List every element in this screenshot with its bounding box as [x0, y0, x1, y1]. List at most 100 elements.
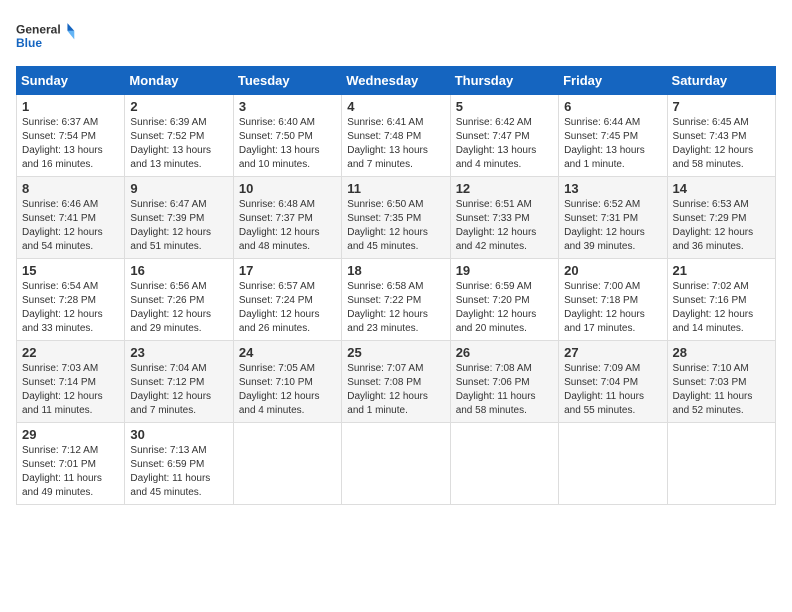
logo: General Blue [16, 16, 76, 56]
day-content: Sunrise: 6:42 AM Sunset: 7:47 PM Dayligh… [456, 116, 553, 172]
day-content: Sunrise: 6:39 AM Sunset: 7:52 PM Dayligh… [130, 116, 227, 172]
day-header-thursday: Thursday [450, 67, 558, 95]
day-header-wednesday: Wednesday [342, 67, 450, 95]
calendar-cell: 9 Sunrise: 6:47 AM Sunset: 7:39 PM Dayli… [125, 177, 233, 259]
calendar-cell: 15 Sunrise: 6:54 AM Sunset: 7:28 PM Dayl… [17, 259, 125, 341]
day-number: 19 [456, 263, 553, 278]
calendar-cell [559, 423, 667, 505]
day-number: 8 [22, 181, 119, 196]
calendar-cell [233, 423, 341, 505]
day-number: 13 [564, 181, 661, 196]
calendar-cell [667, 423, 775, 505]
day-content: Sunrise: 6:46 AM Sunset: 7:41 PM Dayligh… [22, 198, 119, 254]
logo-svg: General Blue [16, 16, 76, 56]
day-number: 11 [347, 181, 444, 196]
calendar-cell: 28 Sunrise: 7:10 AM Sunset: 7:03 PM Dayl… [667, 341, 775, 423]
calendar-cell: 19 Sunrise: 6:59 AM Sunset: 7:20 PM Dayl… [450, 259, 558, 341]
day-header-monday: Monday [125, 67, 233, 95]
calendar-cell: 1 Sunrise: 6:37 AM Sunset: 7:54 PM Dayli… [17, 95, 125, 177]
day-number: 5 [456, 99, 553, 114]
calendar-cell: 11 Sunrise: 6:50 AM Sunset: 7:35 PM Dayl… [342, 177, 450, 259]
svg-text:General: General [16, 22, 61, 36]
calendar-cell: 4 Sunrise: 6:41 AM Sunset: 7:48 PM Dayli… [342, 95, 450, 177]
day-number: 6 [564, 99, 661, 114]
day-number: 22 [22, 345, 119, 360]
day-number: 16 [130, 263, 227, 278]
calendar-cell: 3 Sunrise: 6:40 AM Sunset: 7:50 PM Dayli… [233, 95, 341, 177]
calendar-cell: 24 Sunrise: 7:05 AM Sunset: 7:10 PM Dayl… [233, 341, 341, 423]
day-header-friday: Friday [559, 67, 667, 95]
day-number: 15 [22, 263, 119, 278]
day-content: Sunrise: 6:44 AM Sunset: 7:45 PM Dayligh… [564, 116, 661, 172]
day-header-saturday: Saturday [667, 67, 775, 95]
calendar-cell: 18 Sunrise: 6:58 AM Sunset: 7:22 PM Dayl… [342, 259, 450, 341]
day-content: Sunrise: 6:45 AM Sunset: 7:43 PM Dayligh… [673, 116, 770, 172]
calendar-cell: 17 Sunrise: 6:57 AM Sunset: 7:24 PM Dayl… [233, 259, 341, 341]
calendar-cell: 2 Sunrise: 6:39 AM Sunset: 7:52 PM Dayli… [125, 95, 233, 177]
calendar-cell: 8 Sunrise: 6:46 AM Sunset: 7:41 PM Dayli… [17, 177, 125, 259]
calendar-cell: 20 Sunrise: 7:00 AM Sunset: 7:18 PM Dayl… [559, 259, 667, 341]
day-content: Sunrise: 7:13 AM Sunset: 6:59 PM Dayligh… [130, 444, 227, 500]
header: General Blue [16, 16, 776, 56]
calendar-cell: 6 Sunrise: 6:44 AM Sunset: 7:45 PM Dayli… [559, 95, 667, 177]
day-number: 1 [22, 99, 119, 114]
day-header-tuesday: Tuesday [233, 67, 341, 95]
calendar-cell [342, 423, 450, 505]
day-number: 3 [239, 99, 336, 114]
day-content: Sunrise: 6:57 AM Sunset: 7:24 PM Dayligh… [239, 280, 336, 336]
day-content: Sunrise: 6:58 AM Sunset: 7:22 PM Dayligh… [347, 280, 444, 336]
day-number: 27 [564, 345, 661, 360]
day-number: 2 [130, 99, 227, 114]
day-content: Sunrise: 7:08 AM Sunset: 7:06 PM Dayligh… [456, 362, 553, 418]
svg-text:Blue: Blue [16, 36, 42, 50]
day-content: Sunrise: 6:53 AM Sunset: 7:29 PM Dayligh… [673, 198, 770, 254]
day-number: 26 [456, 345, 553, 360]
calendar: SundayMondayTuesdayWednesdayThursdayFrid… [16, 66, 776, 505]
day-number: 21 [673, 263, 770, 278]
day-number: 29 [22, 427, 119, 442]
calendar-cell: 7 Sunrise: 6:45 AM Sunset: 7:43 PM Dayli… [667, 95, 775, 177]
day-number: 7 [673, 99, 770, 114]
day-content: Sunrise: 7:10 AM Sunset: 7:03 PM Dayligh… [673, 362, 770, 418]
calendar-cell: 27 Sunrise: 7:09 AM Sunset: 7:04 PM Dayl… [559, 341, 667, 423]
calendar-cell [450, 423, 558, 505]
day-number: 28 [673, 345, 770, 360]
day-content: Sunrise: 7:02 AM Sunset: 7:16 PM Dayligh… [673, 280, 770, 336]
calendar-cell: 26 Sunrise: 7:08 AM Sunset: 7:06 PM Dayl… [450, 341, 558, 423]
day-content: Sunrise: 6:47 AM Sunset: 7:39 PM Dayligh… [130, 198, 227, 254]
calendar-cell: 16 Sunrise: 6:56 AM Sunset: 7:26 PM Dayl… [125, 259, 233, 341]
day-number: 12 [456, 181, 553, 196]
day-number: 18 [347, 263, 444, 278]
day-content: Sunrise: 7:05 AM Sunset: 7:10 PM Dayligh… [239, 362, 336, 418]
calendar-cell: 10 Sunrise: 6:48 AM Sunset: 7:37 PM Dayl… [233, 177, 341, 259]
day-content: Sunrise: 6:59 AM Sunset: 7:20 PM Dayligh… [456, 280, 553, 336]
calendar-cell: 25 Sunrise: 7:07 AM Sunset: 7:08 PM Dayl… [342, 341, 450, 423]
day-content: Sunrise: 7:04 AM Sunset: 7:12 PM Dayligh… [130, 362, 227, 418]
day-content: Sunrise: 7:09 AM Sunset: 7:04 PM Dayligh… [564, 362, 661, 418]
day-content: Sunrise: 7:07 AM Sunset: 7:08 PM Dayligh… [347, 362, 444, 418]
day-number: 20 [564, 263, 661, 278]
day-content: Sunrise: 7:12 AM Sunset: 7:01 PM Dayligh… [22, 444, 119, 500]
day-number: 30 [130, 427, 227, 442]
day-number: 10 [239, 181, 336, 196]
calendar-cell: 14 Sunrise: 6:53 AM Sunset: 7:29 PM Dayl… [667, 177, 775, 259]
calendar-cell: 5 Sunrise: 6:42 AM Sunset: 7:47 PM Dayli… [450, 95, 558, 177]
day-content: Sunrise: 6:52 AM Sunset: 7:31 PM Dayligh… [564, 198, 661, 254]
day-number: 9 [130, 181, 227, 196]
calendar-cell: 29 Sunrise: 7:12 AM Sunset: 7:01 PM Dayl… [17, 423, 125, 505]
day-content: Sunrise: 7:03 AM Sunset: 7:14 PM Dayligh… [22, 362, 119, 418]
day-content: Sunrise: 6:51 AM Sunset: 7:33 PM Dayligh… [456, 198, 553, 254]
calendar-cell: 30 Sunrise: 7:13 AM Sunset: 6:59 PM Dayl… [125, 423, 233, 505]
day-content: Sunrise: 6:50 AM Sunset: 7:35 PM Dayligh… [347, 198, 444, 254]
day-content: Sunrise: 6:37 AM Sunset: 7:54 PM Dayligh… [22, 116, 119, 172]
day-content: Sunrise: 6:41 AM Sunset: 7:48 PM Dayligh… [347, 116, 444, 172]
day-content: Sunrise: 6:54 AM Sunset: 7:28 PM Dayligh… [22, 280, 119, 336]
calendar-cell: 13 Sunrise: 6:52 AM Sunset: 7:31 PM Dayl… [559, 177, 667, 259]
day-content: Sunrise: 7:00 AM Sunset: 7:18 PM Dayligh… [564, 280, 661, 336]
day-number: 23 [130, 345, 227, 360]
day-content: Sunrise: 6:56 AM Sunset: 7:26 PM Dayligh… [130, 280, 227, 336]
calendar-cell: 23 Sunrise: 7:04 AM Sunset: 7:12 PM Dayl… [125, 341, 233, 423]
calendar-cell: 21 Sunrise: 7:02 AM Sunset: 7:16 PM Dayl… [667, 259, 775, 341]
day-content: Sunrise: 6:48 AM Sunset: 7:37 PM Dayligh… [239, 198, 336, 254]
day-number: 25 [347, 345, 444, 360]
